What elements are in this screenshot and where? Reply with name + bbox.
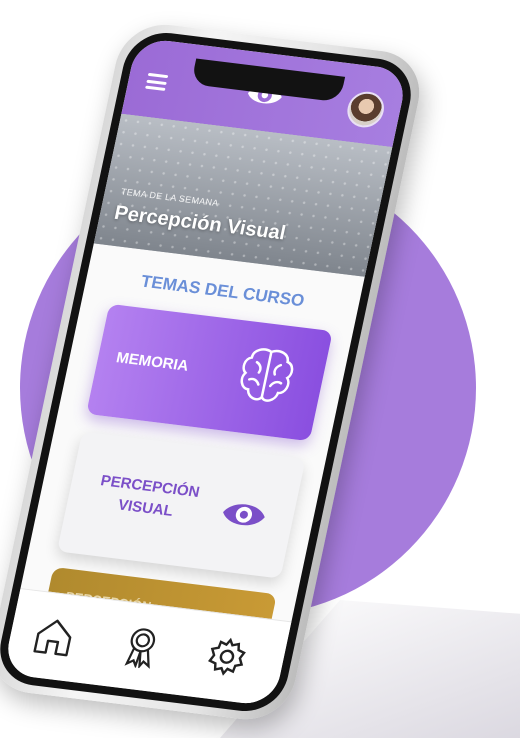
course-card-percepcion-visual[interactable]: PERCEPCIÓN VISUAL — [56, 431, 306, 579]
brain-icon — [240, 348, 294, 402]
gear-icon[interactable] — [202, 633, 253, 681]
menu-icon[interactable] — [145, 72, 169, 91]
eye-icon — [223, 504, 265, 526]
weekly-topic-title: Percepción Visual — [112, 201, 288, 245]
avatar[interactable] — [344, 89, 388, 130]
course-card-memoria[interactable]: MEMORIA — [86, 303, 333, 442]
course-card-label: MEMORIA — [114, 349, 191, 375]
course-card-label: PERCEPCIÓN VISUAL — [99, 472, 202, 520]
home-icon[interactable] — [29, 611, 80, 659]
award-icon[interactable] — [116, 622, 167, 670]
